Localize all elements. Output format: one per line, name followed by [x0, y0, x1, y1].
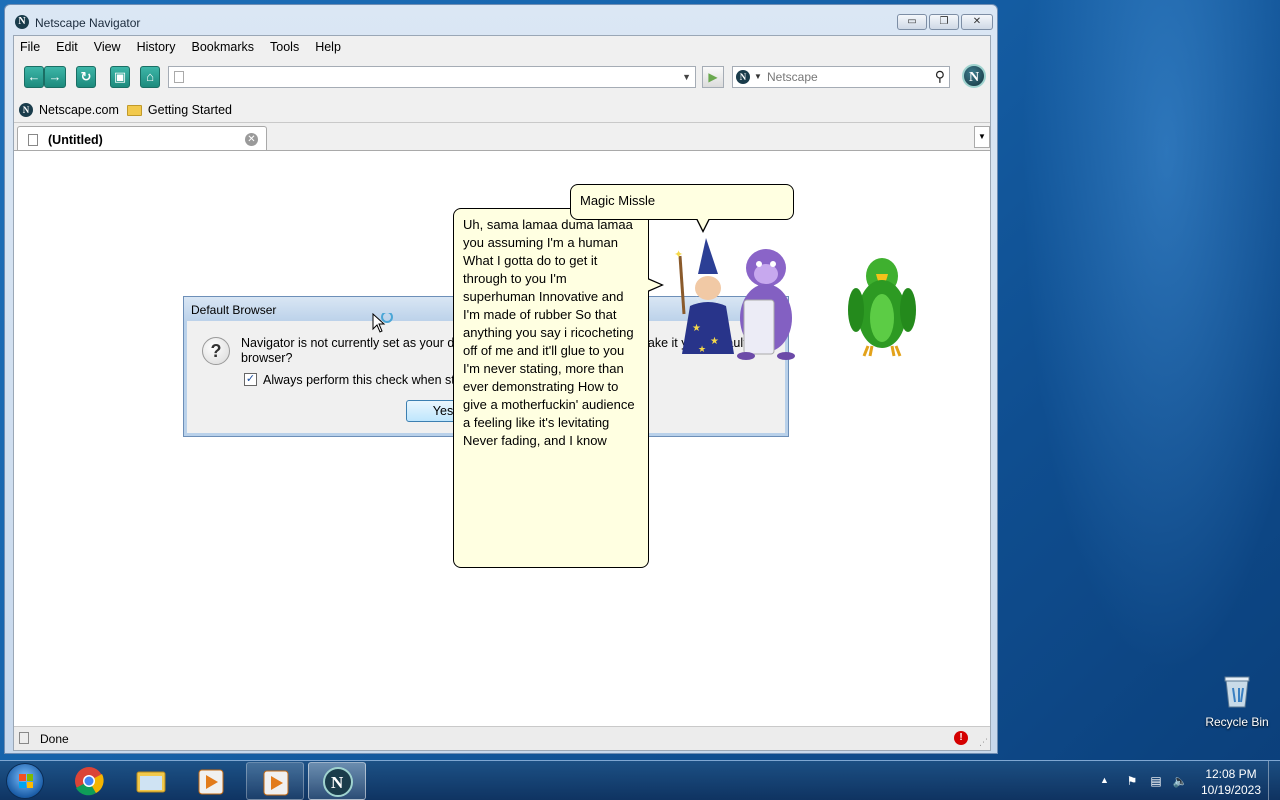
parrot-agent[interactable] — [846, 254, 920, 358]
bubble-tail-fill — [647, 279, 661, 291]
window-title: Netscape Navigator — [35, 16, 141, 30]
tab-strip: (Untitled) ✕ ▼ — [14, 122, 990, 152]
large-bubble-text: Uh, sama lamaa duma lamaa you assuming I… — [463, 217, 635, 448]
search-placeholder: Netscape — [767, 70, 818, 84]
url-input[interactable]: ▼ — [168, 66, 696, 88]
netscape-search-engine-icon[interactable]: N — [736, 70, 750, 84]
minimize-button[interactable]: ▭ — [897, 14, 927, 30]
svg-text:N: N — [331, 773, 344, 792]
restore-button[interactable]: ❐ — [929, 14, 959, 30]
bubble-tail-fill — [697, 218, 709, 230]
recycle-bin-icon — [1224, 676, 1250, 708]
go-button[interactable]: ▶ — [702, 66, 724, 88]
menu-tools[interactable]: Tools — [270, 36, 307, 58]
desktop-wallpaper — [997, 0, 1280, 760]
taskbar: N ▲ ⚑ ▤ 🔈 12:08 PM 10/19/2023 — [0, 760, 1280, 800]
svg-text:✦: ✦ — [674, 249, 683, 261]
menu-edit[interactable]: Edit — [56, 36, 86, 58]
netscape-throbber-icon[interactable]: N — [962, 64, 986, 88]
netscape-icon: N — [323, 767, 353, 797]
netscape-icon: N — [15, 15, 29, 29]
bonzi-buddy-agent[interactable] — [728, 246, 804, 360]
menu-bookmarks[interactable]: Bookmarks — [191, 36, 262, 58]
folder-icon — [126, 104, 142, 116]
search-icon[interactable]: ⚲ — [935, 68, 945, 85]
taskbar-chrome[interactable] — [60, 762, 118, 800]
windows-logo-icon — [19, 774, 33, 788]
media-player-icon — [263, 770, 289, 796]
navigation-toolbar: ← → ↻ ▣ ⌂ ▼ ▶ N ▼ Netscape ⚲ N — [14, 62, 990, 96]
menu-history[interactable]: History — [137, 36, 184, 58]
svg-text:★: ★ — [692, 323, 701, 334]
taskbar-netscape[interactable]: N — [308, 762, 366, 800]
volume-muted-icon[interactable]: 🔈 — [1172, 773, 1188, 789]
tab-untitled[interactable]: (Untitled) ✕ — [17, 126, 267, 152]
large-speech-bubble[interactable]: Uh, sama lamaa duma lamaa you assuming I… — [453, 208, 649, 568]
clock-date[interactable]: 10/19/2023 — [1196, 783, 1266, 797]
reload-button[interactable]: ↻ — [76, 66, 96, 88]
bookmark-netscape-com[interactable]: Netscape.com — [39, 103, 119, 117]
menu-file[interactable]: File — [20, 36, 48, 58]
clock-time[interactable]: 12:08 PM — [1196, 767, 1266, 781]
forward-button[interactable]: → — [44, 66, 66, 88]
chrome-icon — [75, 767, 104, 796]
dialog-title: Default Browser — [191, 303, 277, 317]
action-center-flag-icon[interactable]: ⚑ — [1124, 773, 1140, 789]
stop-button[interactable]: ▣ — [110, 66, 130, 88]
small-bubble-text: Magic Missle — [580, 193, 656, 208]
page-status-icon — [19, 732, 29, 744]
tab-list-button[interactable]: ▼ — [974, 126, 990, 148]
close-tab-icon[interactable]: ✕ — [245, 133, 258, 146]
taskbar-media-player[interactable] — [182, 762, 240, 800]
window-titlebar[interactable]: N Netscape Navigator ▭ ❐ ✕ — [5, 5, 997, 35]
home-button[interactable]: ⌂ — [140, 66, 160, 88]
bookmarks-toolbar: N Netscape.com Getting Started — [14, 98, 990, 122]
status-text: Done — [40, 732, 69, 746]
page-icon — [28, 134, 38, 146]
show-hidden-icons-icon[interactable]: ▲ — [1100, 775, 1109, 785]
svg-text:★: ★ — [710, 336, 719, 347]
back-button[interactable]: ← — [24, 66, 44, 88]
resize-grip[interactable]: ⋰ — [979, 737, 988, 748]
small-speech-bubble[interactable]: Magic Missle — [570, 184, 794, 220]
recycle-bin-label: Recycle Bin — [1205, 715, 1269, 729]
explorer-icon — [136, 771, 166, 793]
start-button[interactable] — [6, 763, 44, 799]
menu-bar: File Edit View History Bookmarks Tools H… — [14, 36, 990, 58]
media-player-icon — [198, 769, 224, 795]
alert-icon[interactable]: ! — [954, 731, 968, 745]
status-bar: Done ! ⋰ — [14, 726, 990, 750]
taskbar-media-player-2[interactable] — [246, 762, 304, 800]
menu-help[interactable]: Help — [315, 36, 349, 58]
question-icon: ? — [202, 337, 230, 365]
search-input[interactable]: N ▼ Netscape ⚲ — [732, 66, 950, 88]
page-icon — [174, 71, 184, 83]
url-dropdown-icon[interactable]: ▼ — [682, 72, 691, 82]
close-button[interactable]: ✕ — [961, 14, 993, 30]
show-desktop-button[interactable] — [1268, 761, 1280, 800]
bookmark-getting-started[interactable]: Getting Started — [148, 103, 232, 117]
network-icon[interactable]: ▤ — [1148, 773, 1164, 789]
svg-text:★: ★ — [698, 344, 706, 354]
mouse-cursor-icon — [372, 313, 393, 333]
taskbar-explorer[interactable] — [122, 762, 180, 800]
always-check-checkbox[interactable]: ✓ — [244, 373, 257, 386]
menu-view[interactable]: View — [94, 36, 129, 58]
chevron-down-icon[interactable]: ▼ — [754, 72, 762, 81]
netscape-icon: N — [19, 103, 33, 117]
recycle-bin[interactable]: Recycle Bin — [1204, 676, 1270, 729]
tab-label: (Untitled) — [48, 133, 103, 147]
